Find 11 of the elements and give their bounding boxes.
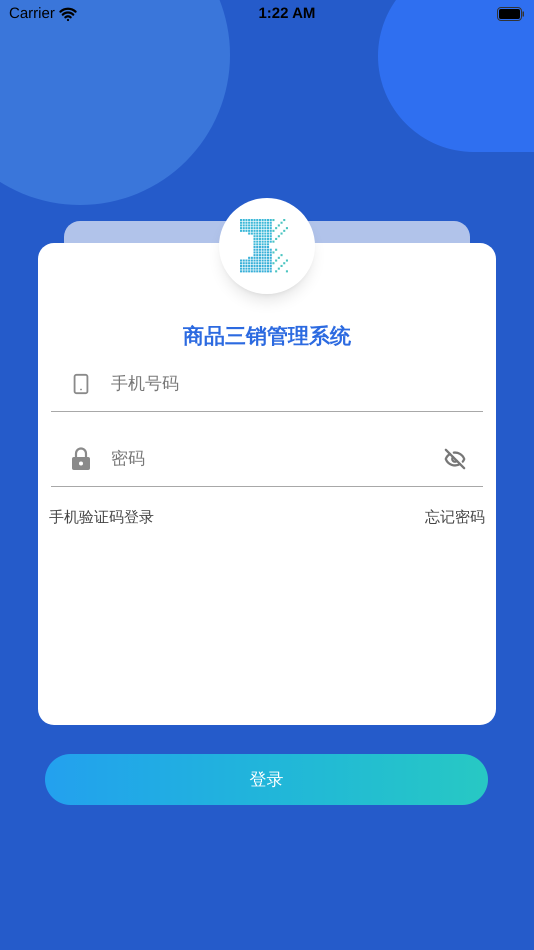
sms-login-link[interactable]: 手机验证码登录 [49, 507, 154, 530]
carrier-label: Carrier [9, 4, 55, 24]
lock-icon [71, 447, 91, 471]
forgot-password-link[interactable]: 忘记密码 [425, 507, 485, 530]
visibility-toggle[interactable] [444, 448, 466, 470]
password-field[interactable]: 密码 [111, 446, 444, 472]
battery-icon [497, 7, 525, 21]
wifi-icon [58, 5, 77, 23]
app-title: 商品三销管理系统 [182, 324, 352, 350]
clock: 1:22 AM [258, 4, 316, 24]
phone-field[interactable]: 手机号码 [111, 371, 483, 397]
